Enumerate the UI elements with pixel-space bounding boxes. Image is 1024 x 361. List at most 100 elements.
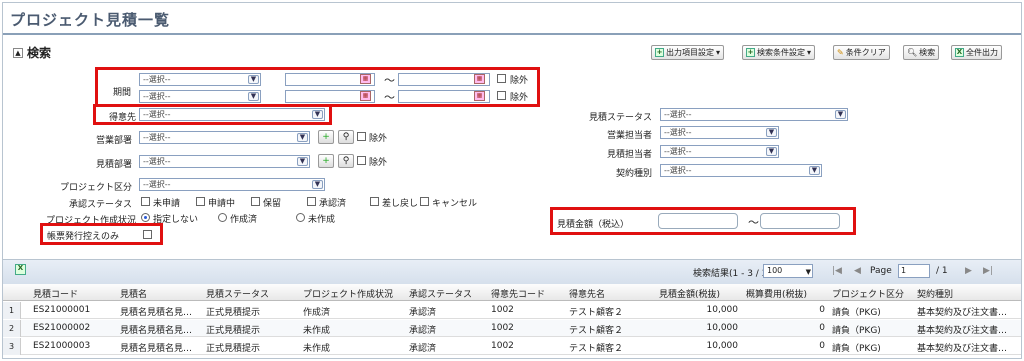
estimate-person-label: 見積担当者 xyxy=(606,150,652,160)
approval-status-checkbox[interactable] xyxy=(251,197,260,206)
contract-type-select[interactable]: --選択-- ▼ xyxy=(660,164,822,177)
add-estimate-dept-button[interactable]: + xyxy=(318,154,334,168)
sales-dept-value: --選択-- xyxy=(143,133,171,142)
col-header[interactable]: 見積金額(税抜) xyxy=(659,287,720,300)
title-divider xyxy=(3,33,1021,35)
output-settings-label: 出力項目設定 xyxy=(666,48,714,57)
prev-page-icon[interactable]: ◀ xyxy=(854,266,861,276)
page-label: Page xyxy=(870,266,892,276)
last-page-icon[interactable]: ▶| xyxy=(983,266,993,276)
grid-toolbar: X 検索結果(1 - 3 / 3) 100 ▼ |◀ ◀ Page 1 / 1 ▶… xyxy=(3,259,1021,284)
cell-amount: 10,000 xyxy=(706,323,739,333)
cell-create-status: 未作成 xyxy=(303,326,331,336)
approval-status-checkbox[interactable] xyxy=(307,197,316,206)
chevron-down-icon: ▼ xyxy=(766,128,777,137)
clear-conditions-button[interactable]: ✎ 条件クリア xyxy=(833,45,890,60)
row-number: 3 xyxy=(3,338,21,355)
magnifier-icon: ⚲ xyxy=(342,132,350,142)
add-sales-dept-button[interactable]: + xyxy=(318,130,334,144)
project-type-select[interactable]: --選択-- ▼ xyxy=(139,178,325,191)
approval-status-option-label: 申請中 xyxy=(208,199,236,209)
magnifier-icon: ⚲ xyxy=(342,156,350,166)
table-row[interactable]: 2 ES21000002 見積名見積名見… 正式見積提示 未作成 承認済 1002 テスト顧客… xyxy=(3,320,1021,337)
radio-created-label: 作成済 xyxy=(230,215,258,225)
sales-dept-lookup-button[interactable]: ⚲ xyxy=(338,130,354,144)
cell-contract: 基本契約及び注文書… xyxy=(917,344,1008,354)
cell-client-code: 1002 xyxy=(491,341,514,351)
add-column-icon: + xyxy=(655,48,664,57)
radio-not-created-label: 未作成 xyxy=(308,215,336,225)
radio-not-created[interactable] xyxy=(296,213,305,222)
cell-client-name: テスト顧客２ xyxy=(569,326,624,336)
estimate-dept-exclude-checkbox[interactable] xyxy=(357,156,366,165)
page-total: / 1 xyxy=(936,266,948,276)
col-header[interactable]: 概算費用(税抜) xyxy=(746,287,807,300)
page-input[interactable]: 1 xyxy=(898,264,930,278)
chevron-down-icon: ▼ xyxy=(809,166,820,175)
excel-icon[interactable]: X xyxy=(15,264,26,275)
page-title: プロジェクト見積一覧 xyxy=(10,11,171,29)
contract-type-label: 契約種別 xyxy=(615,169,652,179)
search-section-title: 検索 xyxy=(27,46,52,60)
approval-status-checkbox[interactable] xyxy=(370,197,379,206)
sales-person-value: --選択-- xyxy=(664,128,692,137)
next-page-icon[interactable]: ▶ xyxy=(965,266,972,276)
highlight-amount xyxy=(550,207,856,235)
cell-client-code: 1002 xyxy=(491,305,514,315)
radio-created[interactable] xyxy=(218,213,227,222)
col-header[interactable]: 見積コード xyxy=(33,287,78,300)
exclude-label: 除外 xyxy=(369,134,388,144)
search-button[interactable]: 🔍︎ 検索 xyxy=(903,45,940,60)
highlight-invoice-only xyxy=(40,223,163,245)
page-size-value: 100 xyxy=(767,266,783,275)
cell-cost: 0 xyxy=(819,323,825,333)
add-condition-icon: + xyxy=(746,48,755,57)
col-header[interactable]: 得意先名 xyxy=(569,287,605,300)
chevron-down-icon: ▼ xyxy=(297,133,308,142)
col-header[interactable]: 得意先コード xyxy=(491,287,545,300)
approval-status-checkbox[interactable] xyxy=(196,197,205,206)
sales-dept-label: 営業部署 xyxy=(95,136,132,146)
approval-status-option-label: 保留 xyxy=(263,199,282,209)
cell-contract: 基本契約及び注文書… xyxy=(917,326,1008,336)
condition-settings-button[interactable]: + 検索条件設定 ▾ xyxy=(742,45,816,60)
output-settings-button[interactable]: + 出力項目設定 ▾ xyxy=(651,45,725,60)
search-section-header[interactable]: ▲ 検索 xyxy=(13,44,51,61)
col-header[interactable]: プロジェクト作成状況 xyxy=(303,287,393,300)
sales-person-label: 営業担当者 xyxy=(606,131,652,141)
result-count: 検索結果(1 - 3 / 3) xyxy=(693,269,771,279)
radio-unspecified[interactable] xyxy=(141,213,150,222)
col-header[interactable]: プロジェクト区分 xyxy=(832,287,904,300)
sales-dept-exclude-checkbox[interactable] xyxy=(357,132,366,141)
search-label: 検索 xyxy=(919,48,936,57)
estimate-dept-select[interactable]: --選択-- ▼ xyxy=(139,155,310,168)
estimate-status-select[interactable]: --選択-- ▼ xyxy=(660,108,848,121)
highlight-client xyxy=(93,104,332,125)
sales-person-select[interactable]: --選択-- ▼ xyxy=(660,126,779,139)
estimate-person-select[interactable]: --選択-- ▼ xyxy=(660,145,779,158)
col-header[interactable]: 契約種別 xyxy=(917,287,953,300)
table-row[interactable]: 1 ES21000001 見積名見積名見… 正式見積提示 作成済 承認済 1002 テスト顧客… xyxy=(3,302,1021,319)
collapse-icon[interactable]: ▲ xyxy=(13,47,23,58)
cell-code: ES21000002 xyxy=(33,323,91,333)
sales-dept-select[interactable]: --選択-- ▼ xyxy=(139,131,310,144)
cell-est-status: 正式見積提示 xyxy=(206,344,261,354)
export-all-button[interactable]: X 全件出力 xyxy=(951,45,1002,60)
col-header[interactable]: 見積名 xyxy=(120,287,147,300)
estimate-status-label: 見積ステータス xyxy=(588,113,652,123)
cell-proj-type: 請負（PKG) xyxy=(832,344,881,354)
table-row[interactable]: 3 ES21000003 見積名見積名見… 正式見積提示 未作成 承認済 1002 テスト顧客… xyxy=(3,338,1021,355)
col-header[interactable]: 承認ステータス xyxy=(409,287,472,300)
approval-status-checkbox[interactable] xyxy=(420,197,429,206)
first-page-icon[interactable]: |◀ xyxy=(832,266,842,276)
estimate-dept-lookup-button[interactable]: ⚲ xyxy=(338,154,354,168)
chevron-down-icon: ▾ xyxy=(807,48,812,57)
page-size-select[interactable]: 100 ▼ xyxy=(763,264,813,278)
cell-code: ES21000003 xyxy=(33,341,91,351)
col-header[interactable]: 見積ステータス xyxy=(206,287,269,300)
approval-status-checkbox[interactable] xyxy=(141,197,150,206)
cell-approval: 承認済 xyxy=(409,326,437,336)
chevron-down-icon: ▼ xyxy=(766,147,777,156)
cell-proj-type: 請負（PKG) xyxy=(832,326,881,336)
row-number: 2 xyxy=(3,320,21,337)
